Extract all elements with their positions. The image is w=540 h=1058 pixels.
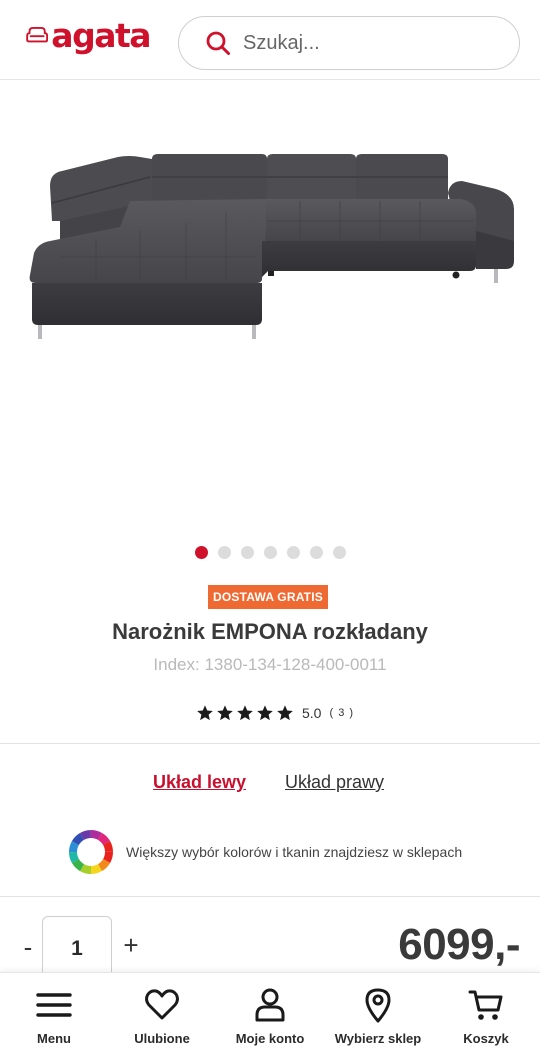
search-icon xyxy=(206,31,230,55)
search-bar[interactable] xyxy=(178,16,520,70)
star-icon xyxy=(257,705,273,721)
user-icon xyxy=(255,988,285,1022)
gallery-dot[interactable] xyxy=(240,546,254,559)
gallery-dot[interactable] xyxy=(286,546,300,559)
product-image[interactable] xyxy=(0,81,540,531)
star-icon xyxy=(217,705,233,721)
heart-icon xyxy=(145,989,179,1020)
color-wheel-icon xyxy=(69,830,113,874)
layout-right-option[interactable]: Układ prawy xyxy=(285,772,384,793)
star-icon xyxy=(197,705,213,721)
gallery-pagination xyxy=(0,546,540,559)
star-icon xyxy=(237,705,253,721)
nav-favorites-label: Ulubione xyxy=(134,1031,190,1046)
nav-cart-label: Koszyk xyxy=(463,1031,509,1046)
divider xyxy=(0,896,540,897)
nav-favorites[interactable]: Ulubione xyxy=(108,973,216,1058)
nav-account[interactable]: Moje konto xyxy=(216,973,324,1058)
nav-menu-label: Menu xyxy=(37,1031,71,1046)
bottom-navigation: Menu Ulubione Moje konto Wybierz sklep K… xyxy=(0,972,540,1058)
search-input[interactable] xyxy=(243,31,493,55)
rating-value: 5.0 xyxy=(302,705,322,721)
gallery-dot[interactable] xyxy=(194,546,208,559)
nav-menu[interactable]: Menu xyxy=(0,973,108,1058)
gallery-dot[interactable] xyxy=(309,546,323,559)
color-info-text: Większy wybór kolorów i tkanin znajdzies… xyxy=(126,844,463,860)
hamburger-menu-icon xyxy=(36,993,72,1017)
free-delivery-badge: DOSTAWA GRATIS xyxy=(208,585,328,609)
quantity-decrease-button[interactable]: - xyxy=(18,932,38,963)
nav-store[interactable]: Wybierz sklep xyxy=(324,973,432,1058)
quantity-increase-button[interactable]: + xyxy=(120,930,142,961)
product-index: Index: 1380-134-128-400-0011 xyxy=(153,655,387,674)
sofa-logo-icon xyxy=(26,27,49,43)
nav-cart[interactable]: Koszyk xyxy=(432,973,540,1058)
gallery-dot[interactable] xyxy=(217,546,231,559)
map-pin-icon xyxy=(365,988,391,1023)
nav-store-label: Wybierz sklep xyxy=(334,1031,422,1046)
cart-icon xyxy=(468,990,503,1020)
nav-account-label: Moje konto xyxy=(235,1031,305,1046)
gallery-dot[interactable] xyxy=(332,546,346,559)
rating-count: ( 3 ) xyxy=(329,707,355,719)
divider xyxy=(0,743,540,744)
corner-sofa-image xyxy=(29,154,514,339)
logo-text: agata xyxy=(51,15,151,55)
product-rating[interactable]: 5.0 ( 3 ) xyxy=(196,702,354,724)
agata-logo[interactable]: agata xyxy=(26,12,151,58)
star-icon xyxy=(277,705,293,721)
product-price: 6099,- xyxy=(398,920,520,969)
header: agata xyxy=(0,0,540,80)
product-title: Narożnik EMPONA rozkładany xyxy=(112,619,428,644)
color-info: Większy wybór kolorów i tkanin znajdzies… xyxy=(68,828,462,876)
gallery-dot[interactable] xyxy=(263,546,277,559)
layout-left-option[interactable]: Układ lewy xyxy=(153,772,246,793)
